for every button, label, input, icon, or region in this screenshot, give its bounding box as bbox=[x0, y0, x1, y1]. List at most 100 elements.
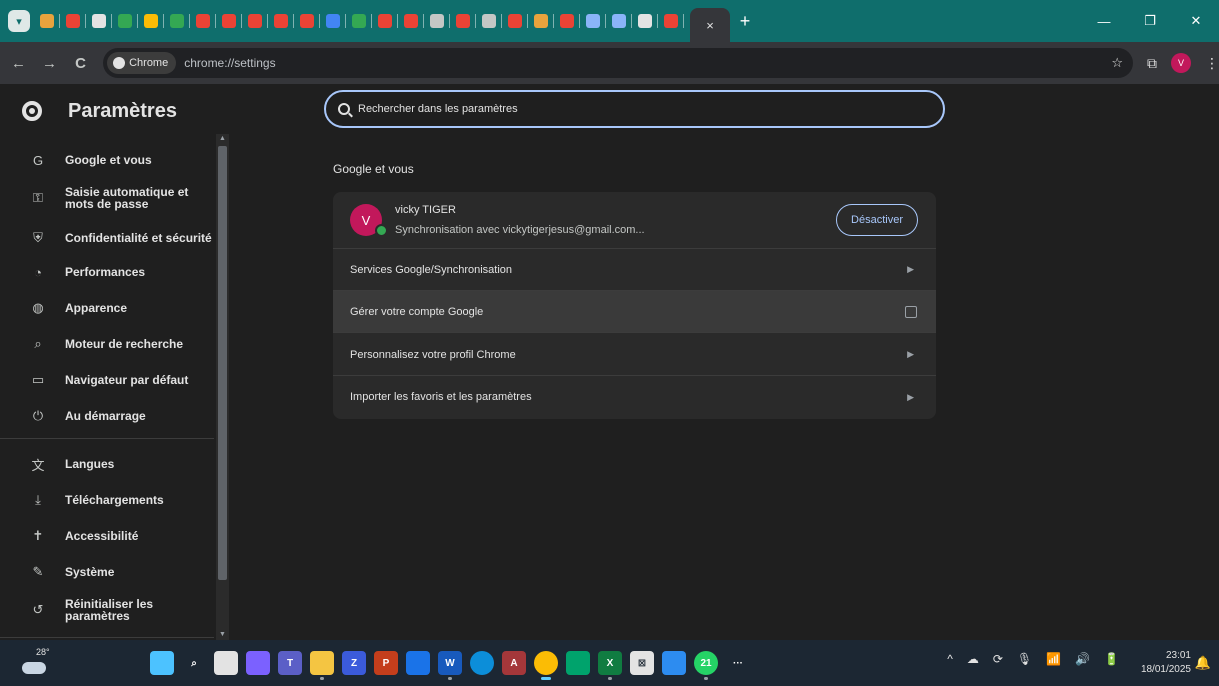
sidebar-item[interactable]: ↺ Réinitialiser les paramètres bbox=[0, 592, 214, 628]
browser-tab[interactable] bbox=[606, 0, 632, 42]
browser-tab[interactable] bbox=[34, 0, 60, 42]
sync-badge-icon bbox=[375, 224, 388, 237]
settings-row[interactable]: Services Google/Synchronisation ▶ bbox=[333, 249, 936, 291]
notification-bell-icon[interactable]: 🔔 bbox=[1195, 655, 1211, 671]
extensions-icon[interactable]: ⧉ bbox=[1147, 55, 1157, 72]
taskbar-whatsapp-icon[interactable]: 21 bbox=[694, 651, 718, 680]
google-icon: G bbox=[32, 152, 44, 168]
chrome-icon bbox=[113, 57, 126, 69]
browser-tab[interactable] bbox=[112, 0, 138, 42]
browser-tab[interactable] bbox=[138, 0, 164, 42]
taskbar-teams-icon[interactable]: T bbox=[278, 651, 302, 675]
search-input[interactable] bbox=[358, 103, 918, 115]
scrollbar-thumb[interactable] bbox=[218, 146, 227, 580]
close-window-button[interactable]: ✕ bbox=[1173, 0, 1219, 42]
taskbar-task-view-icon[interactable] bbox=[214, 651, 238, 675]
onedrive-icon[interactable]: ☁ bbox=[967, 652, 979, 666]
browser-tab[interactable] bbox=[268, 0, 294, 42]
browser-tab[interactable] bbox=[398, 0, 424, 42]
taskbar-more-icon[interactable]: ··· bbox=[726, 651, 750, 675]
sidebar-item[interactable]: G Google et vous bbox=[0, 142, 214, 178]
profile-avatar[interactable]: V bbox=[1171, 53, 1192, 73]
tab-favicon-icon bbox=[430, 14, 444, 28]
scroll-up-arrow-icon[interactable]: ▲ bbox=[216, 135, 229, 145]
taskbar-photos-icon[interactable] bbox=[662, 651, 686, 675]
download-icon: ⤓ bbox=[35, 492, 41, 507]
show-hidden-icons-icon[interactable]: ^ bbox=[947, 652, 953, 666]
battery-icon[interactable]: 🔋 bbox=[1104, 652, 1119, 666]
browser-tab[interactable] bbox=[554, 0, 580, 42]
taskbar-edge-icon[interactable] bbox=[470, 651, 494, 675]
taskbar-search-icon[interactable]: ⌕ bbox=[182, 651, 206, 675]
browser-tab[interactable] bbox=[60, 0, 86, 42]
browser-tab[interactable] bbox=[632, 0, 658, 42]
windows-taskbar: 28° ⌕ T Z P W A X ⊠ 21 ··· ^ ☁ ⟳ 🎙 📶 🔊 🔋 23:01 18/01/20… bbox=[0, 640, 1219, 686]
sidebar-scrollbar[interactable]: ▲ ▼ bbox=[216, 134, 229, 642]
wifi-icon[interactable]: 📶 bbox=[1046, 652, 1061, 666]
site-info-chip[interactable]: Chrome bbox=[107, 52, 177, 74]
browser-tab[interactable] bbox=[242, 0, 268, 42]
browser-tab[interactable] bbox=[346, 0, 372, 42]
sidebar-item[interactable]: ✎ Système bbox=[0, 554, 214, 590]
sidebar-item[interactable]: ✝ Accessibilité bbox=[0, 518, 214, 554]
weather-widget[interactable]: 28° bbox=[22, 647, 52, 678]
browser-tab[interactable] bbox=[580, 0, 606, 42]
tab-search-chevron-icon[interactable]: ▾ bbox=[8, 10, 30, 32]
close-tab-icon[interactable]: × bbox=[706, 18, 714, 33]
browser-tab[interactable] bbox=[528, 0, 554, 42]
taskbar-app-mono-icon[interactable]: ⊠ bbox=[630, 651, 654, 675]
sidebar-item[interactable]: ⚿ Saisie automatique et mots de passe bbox=[0, 180, 214, 216]
taskbar-photo-app-icon[interactable]: Z bbox=[342, 651, 366, 675]
sync-icon[interactable]: ⟳ bbox=[993, 652, 1003, 666]
taskbar-excel-icon[interactable]: X bbox=[598, 651, 622, 680]
browser-tab[interactable] bbox=[86, 0, 112, 42]
url-text[interactable]: chrome://settings bbox=[184, 56, 275, 70]
sidebar-item[interactable]: ⏻ Au démarrage bbox=[0, 398, 214, 434]
browser-tab[interactable] bbox=[216, 0, 242, 42]
active-tab-settings[interactable]: × bbox=[690, 8, 730, 42]
address-bar[interactable]: Chrome chrome://settings ☆ bbox=[103, 48, 1134, 78]
forward-button[interactable]: → bbox=[37, 50, 62, 76]
settings-row[interactable]: Importer les favoris et les paramètres ▶ bbox=[333, 376, 936, 418]
browser-tab[interactable] bbox=[658, 0, 684, 42]
sidebar-item[interactable]: ◍ Apparence bbox=[0, 290, 214, 326]
sidebar-item[interactable]: ◔ Performances bbox=[0, 254, 214, 290]
taskbar-access-icon[interactable]: A bbox=[502, 651, 526, 675]
sidebar-item[interactable]: ⌕ Moteur de recherche bbox=[0, 326, 214, 362]
browser-tab[interactable] bbox=[476, 0, 502, 42]
bookmark-star-icon[interactable]: ☆ bbox=[1111, 55, 1123, 71]
browser-tab[interactable] bbox=[372, 0, 398, 42]
browser-tab[interactable] bbox=[502, 0, 528, 42]
browser-tab[interactable] bbox=[320, 0, 346, 42]
settings-search[interactable] bbox=[324, 90, 945, 128]
settings-row[interactable]: Gérer votre compte Google bbox=[333, 291, 936, 333]
reload-button[interactable]: C bbox=[68, 50, 93, 76]
new-tab-button[interactable]: + bbox=[730, 6, 760, 36]
back-button[interactable]: ← bbox=[6, 50, 31, 76]
taskbar-copilot-icon[interactable] bbox=[246, 651, 270, 675]
sidebar-item[interactable]: 文 Langues bbox=[0, 446, 214, 482]
browser-tab[interactable] bbox=[424, 0, 450, 42]
taskbar-app-green-icon[interactable] bbox=[566, 651, 590, 675]
taskbar-start-icon[interactable] bbox=[150, 651, 174, 675]
sidebar-item[interactable]: ⛨ Confidentialité et sécurité bbox=[0, 220, 214, 256]
taskbar-powerpoint-icon[interactable]: P bbox=[374, 651, 398, 675]
browser-tab[interactable] bbox=[190, 0, 216, 42]
microphone-icon[interactable]: 🎙 bbox=[1017, 652, 1032, 666]
browser-tab[interactable] bbox=[164, 0, 190, 42]
sidebar-item[interactable]: ▭ Navigateur par défaut bbox=[0, 362, 214, 398]
minimize-button[interactable]: — bbox=[1081, 0, 1127, 42]
taskbar-word-icon[interactable]: W bbox=[438, 651, 462, 680]
maximize-button[interactable]: ❐ bbox=[1127, 0, 1173, 42]
clock[interactable]: 23:01 18/01/2025 bbox=[1141, 649, 1191, 677]
taskbar-app-blue-icon[interactable] bbox=[406, 651, 430, 675]
sidebar-item[interactable]: ⤓ Téléchargements bbox=[0, 482, 214, 518]
settings-row[interactable]: Personnalisez votre profil Chrome ▶ bbox=[333, 334, 936, 376]
volume-icon[interactable]: 🔊 bbox=[1075, 652, 1090, 666]
chrome-menu-icon[interactable]: ⋮ bbox=[1205, 55, 1219, 72]
browser-tab[interactable] bbox=[450, 0, 476, 42]
taskbar-chrome-icon[interactable] bbox=[534, 651, 558, 680]
taskbar-file-explorer-icon[interactable] bbox=[310, 651, 334, 680]
browser-tab[interactable] bbox=[294, 0, 320, 42]
turn-off-sync-button[interactable]: Désactiver bbox=[836, 204, 918, 236]
